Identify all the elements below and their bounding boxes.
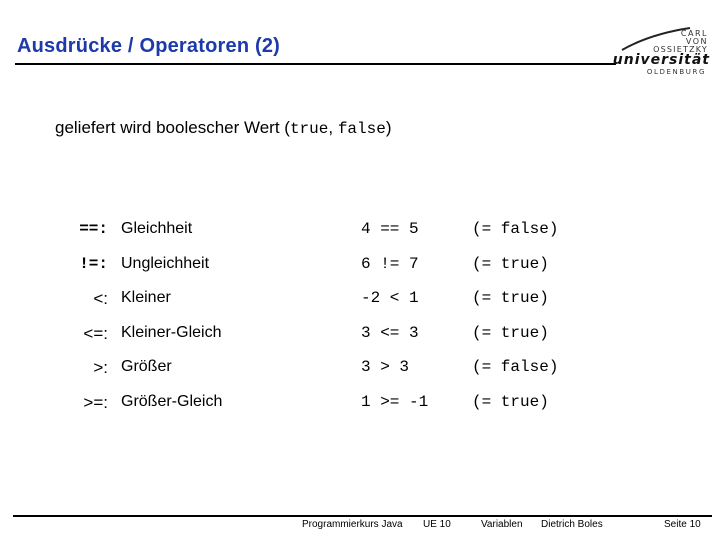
operator-row: <: Kleiner -2 < 1 (= true) [0, 289, 720, 313]
title-underline [15, 63, 616, 65]
operator-row: >: Größer 3 > 3 (= false) [0, 358, 720, 382]
operator-symbol: >=: [83, 393, 108, 412]
false-literal: false [337, 120, 386, 138]
footer-page: Seite 10 [664, 519, 701, 530]
operator-example: 3 <= 3 [361, 324, 419, 342]
operator-symbol: <=: [83, 324, 108, 343]
operator-name: Ungleichheit [121, 255, 210, 272]
true-literal: true [289, 120, 329, 138]
operator-symbol: ==: [79, 220, 108, 238]
operator-result: (= true) [472, 324, 549, 342]
footer-author: Dietrich Boles [541, 519, 603, 530]
operator-example: -2 < 1 [361, 289, 419, 307]
operator-name: Kleiner [121, 289, 171, 306]
operator-row: >=: Größer-Gleich 1 >= -1 (= true) [0, 393, 720, 417]
operator-result: (= true) [472, 393, 549, 411]
footer-topic: Variablen [481, 519, 523, 530]
slide-title: Ausdrücke / Operatoren (2) [17, 35, 281, 57]
operator-example: 3 > 3 [361, 358, 410, 376]
operator-name: Größer-Gleich [121, 393, 223, 410]
operator-name: Gleichheit [121, 220, 193, 237]
operator-symbol: !=: [79, 255, 108, 273]
operator-result: (= true) [472, 255, 549, 273]
operator-example: 1 >= -1 [361, 393, 429, 411]
operator-row: ==: Gleichheit 4 == 5 (= false) [0, 220, 720, 244]
operator-symbol: >: [93, 358, 108, 377]
operator-result: (= false) [472, 220, 559, 238]
operator-symbol: <: [93, 289, 108, 308]
intro-close: ) [385, 118, 392, 137]
operator-result: (= true) [472, 289, 549, 307]
footer-unit: UE 10 [423, 519, 451, 530]
intro-text: geliefert wird boolescher Wert ( [55, 118, 290, 137]
intro-line: geliefert wird boolescher Wert (true, fa… [55, 118, 392, 138]
operator-row: !=: Ungleichheit 6 != 7 (= true) [0, 255, 720, 279]
footer-rule [13, 515, 712, 517]
footer-course: Programmierkurs Java [302, 519, 403, 530]
operator-name: Größer [121, 358, 172, 375]
university-logo: CARL VON OSSIETZKY universität OLDENBURG [613, 24, 716, 76]
operator-name: Kleiner-Gleich [121, 324, 222, 341]
operator-result: (= false) [472, 358, 559, 376]
operator-example: 4 == 5 [361, 220, 419, 238]
intro-separator: , [328, 118, 338, 137]
operator-example: 6 != 7 [361, 255, 419, 273]
operator-row: <=: Kleiner-Gleich 3 <= 3 (= true) [0, 324, 720, 348]
logo-universitaet: universität [612, 52, 710, 68]
logo-oldenburg: OLDENBURG [646, 68, 706, 76]
